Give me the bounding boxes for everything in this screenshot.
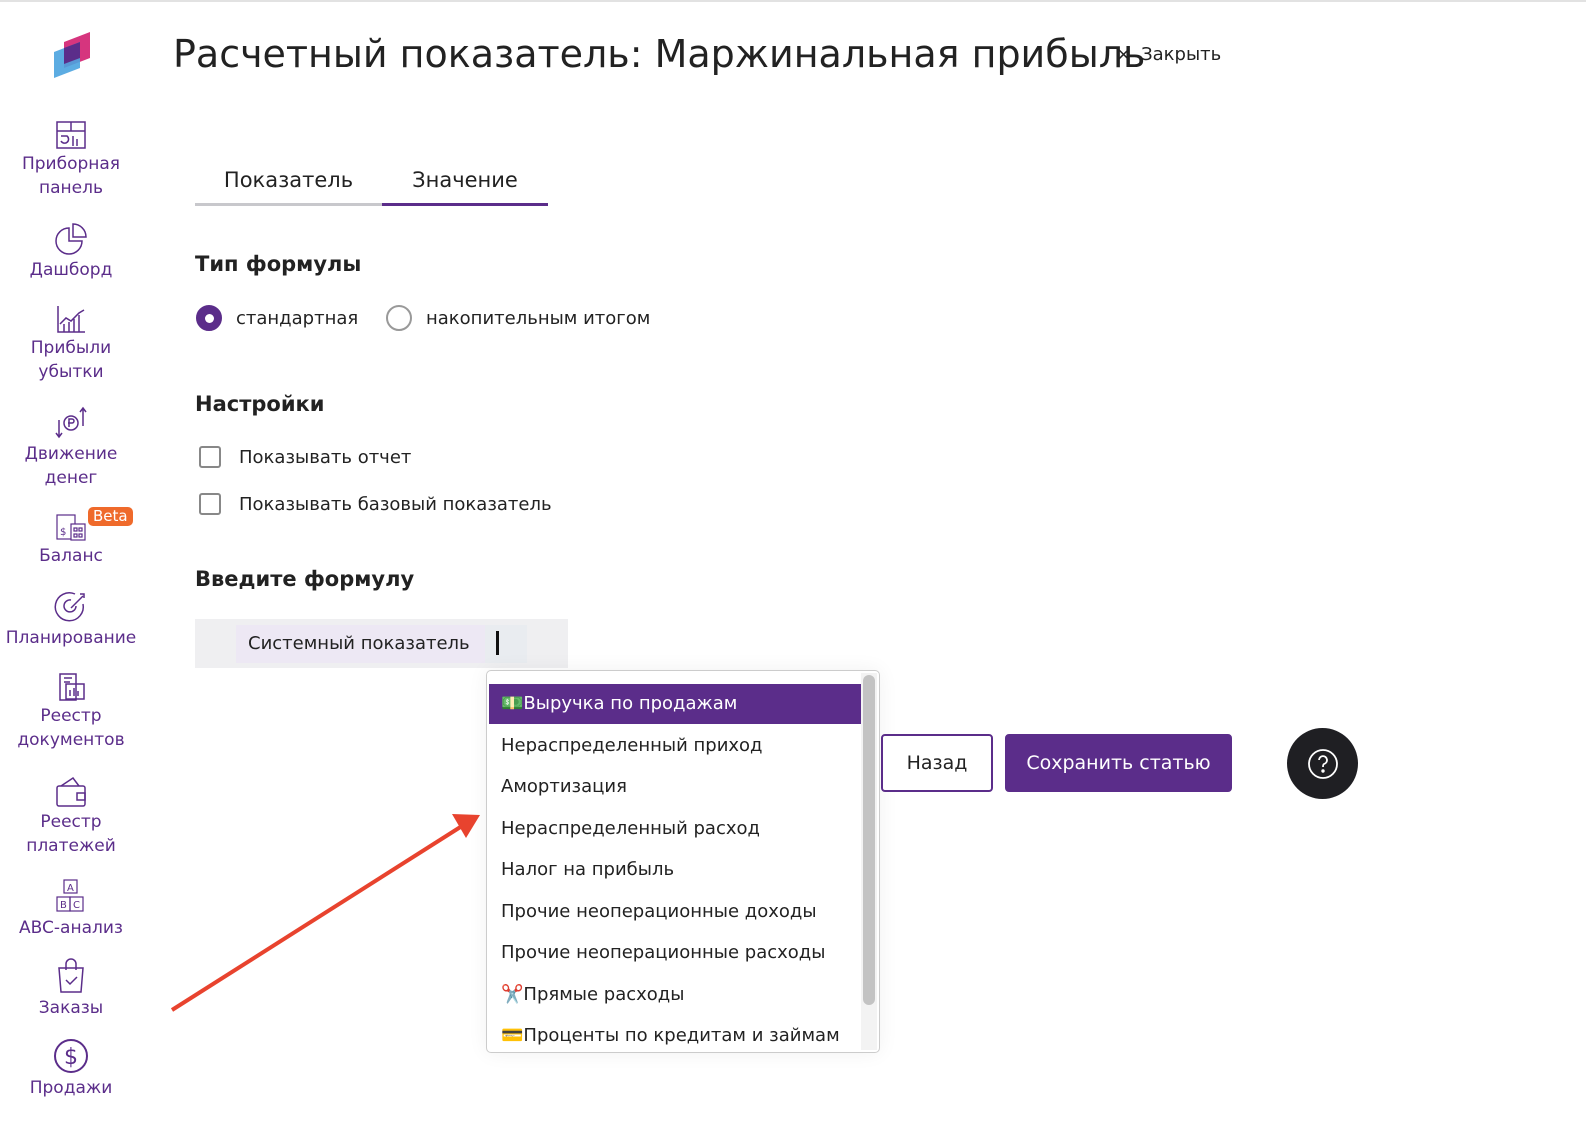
radio-label: стандартная xyxy=(236,307,359,329)
beta-badge: Beta xyxy=(88,507,133,526)
checkbox-show-base[interactable]: Показывать базовый показатель xyxy=(196,493,552,515)
abc-blocks-icon: AB C xyxy=(56,879,84,912)
sidebar-item-payments[interactable]: Реестр платежей xyxy=(0,776,142,858)
sidebar-item-orders[interactable]: Заказы xyxy=(0,958,142,1020)
sidebar-item-dashboard[interactable]: Дашборд xyxy=(0,222,142,282)
sidebar-label: ABC-анализ xyxy=(19,918,123,938)
balance-calculator-icon: $ xyxy=(56,514,86,541)
wallet-icon xyxy=(56,776,86,807)
sidebar-label: Баланс xyxy=(39,546,103,566)
sidebar-item-profit-loss[interactable]: Прибыли убытки xyxy=(0,304,142,384)
close-label: Закрыть xyxy=(1141,44,1222,65)
formula-heading: Введите формулу xyxy=(195,567,415,591)
sidebar-label: Заказы xyxy=(38,998,104,1018)
save-button[interactable]: Сохранить статью xyxy=(1005,734,1232,792)
sidebar-item-cash-flow[interactable]: Движение денег xyxy=(0,406,142,490)
dollar-circle-icon: $ xyxy=(54,1039,88,1073)
target-icon xyxy=(54,592,85,622)
sidebar-item-planning[interactable]: Планирование xyxy=(0,590,142,650)
tabs: Показатель Значение xyxy=(195,165,548,206)
scrollbar[interactable] xyxy=(861,673,877,1050)
svg-text:C: C xyxy=(73,900,80,911)
help-button[interactable] xyxy=(1287,728,1358,799)
checkbox-label: Показывать базовый показатель xyxy=(239,493,552,515)
sidebar-label: денег xyxy=(44,468,98,488)
sidebar-item-documents[interactable]: Реестр документов xyxy=(0,672,142,752)
page-title: Расчетный показатель: Маржинальная прибы… xyxy=(173,32,1146,76)
sidebar-label: Движение xyxy=(24,444,118,464)
sidebar-label: Приборная xyxy=(21,154,121,174)
sidebar-label: Реестр xyxy=(40,812,102,832)
document-report-icon xyxy=(59,673,85,701)
dropdown-item[interactable]: 💵Выручка по продажам xyxy=(489,684,861,724)
svg-text:A: A xyxy=(67,883,74,894)
svg-text:$: $ xyxy=(64,1045,78,1070)
sidebar-item-abc[interactable]: ABC ABC-анализ xyxy=(0,878,142,940)
radio-cumulative[interactable]: накопительным итогом xyxy=(386,305,650,331)
sidebar-label: Продажи xyxy=(29,1078,113,1098)
sidebar-item-sales[interactable]: $ Продажи xyxy=(0,1038,142,1100)
checkbox-label: Показывать отчет xyxy=(239,446,412,468)
sidebar-label: панель xyxy=(39,178,103,198)
svg-text:B: B xyxy=(60,900,67,911)
tab-value[interactable]: Значение xyxy=(382,165,548,206)
close-icon: × xyxy=(1116,44,1132,65)
radio-checked[interactable] xyxy=(196,305,222,331)
ruble-exchange-icon xyxy=(55,406,87,439)
checkbox[interactable] xyxy=(199,493,221,515)
bar-chart-growth-icon xyxy=(57,306,85,333)
dropdown-item[interactable]: Нераспределенный расход xyxy=(489,809,861,849)
pie-chart-icon xyxy=(55,223,87,255)
question-icon xyxy=(1307,748,1338,779)
close-button[interactable]: × Закрыть xyxy=(1116,44,1221,65)
sidebar-label: Планирование xyxy=(5,628,137,648)
checkbox-show-report[interactable]: Показывать отчет xyxy=(196,446,411,468)
top-border xyxy=(0,0,1586,2)
tab-indicator[interactable]: Показатель xyxy=(195,165,382,206)
back-button[interactable]: Назад xyxy=(881,734,993,792)
sidebar-item-dashboard-panel[interactable]: Приборная панель xyxy=(0,120,142,200)
settings-heading: Настройки xyxy=(195,392,325,416)
indicator-dropdown[interactable]: 💵Выручка по продажам Нераспределенный пр… xyxy=(486,670,880,1053)
dropdown-item[interactable]: ✂️Прямые расходы xyxy=(489,975,861,1015)
dropdown-item[interactable]: 💳Проценты по кредитам и займам xyxy=(489,1016,861,1052)
dropdown-item[interactable]: Налог на прибыль xyxy=(489,850,861,890)
scrollbar-thumb[interactable] xyxy=(863,675,875,1005)
formula-input[interactable]: Системный показатель xyxy=(195,619,568,668)
radio-standard[interactable]: стандартная xyxy=(196,305,358,331)
sidebar-label: документов xyxy=(17,730,125,750)
svg-text:$: $ xyxy=(60,527,66,538)
shopping-bag-icon xyxy=(58,958,84,993)
sidebar-label: платежей xyxy=(26,836,116,856)
dropdown-item[interactable]: Нераспределенный приход xyxy=(489,726,861,766)
checkbox[interactable] xyxy=(199,446,221,468)
panel-icon xyxy=(56,121,86,149)
formula-token-chip[interactable]: Системный показатель xyxy=(236,625,485,663)
app-logo[interactable] xyxy=(52,30,92,84)
dropdown-item[interactable]: Амортизация xyxy=(489,767,861,807)
text-cursor[interactable] xyxy=(485,625,527,663)
radio-label: накопительным итогом xyxy=(426,307,651,329)
sidebar-label: Прибыли xyxy=(30,338,112,358)
dropdown-item[interactable]: Прочие неоперационные доходы xyxy=(489,892,861,932)
radio-unchecked[interactable] xyxy=(386,305,412,331)
formula-type-heading: Тип формулы xyxy=(195,252,362,276)
sidebar-label: убытки xyxy=(38,362,104,382)
sidebar-label: Реестр xyxy=(40,706,102,726)
sidebar-label: Дашборд xyxy=(29,260,113,280)
dropdown-item[interactable]: Прочие неоперационные расходы xyxy=(489,933,861,973)
